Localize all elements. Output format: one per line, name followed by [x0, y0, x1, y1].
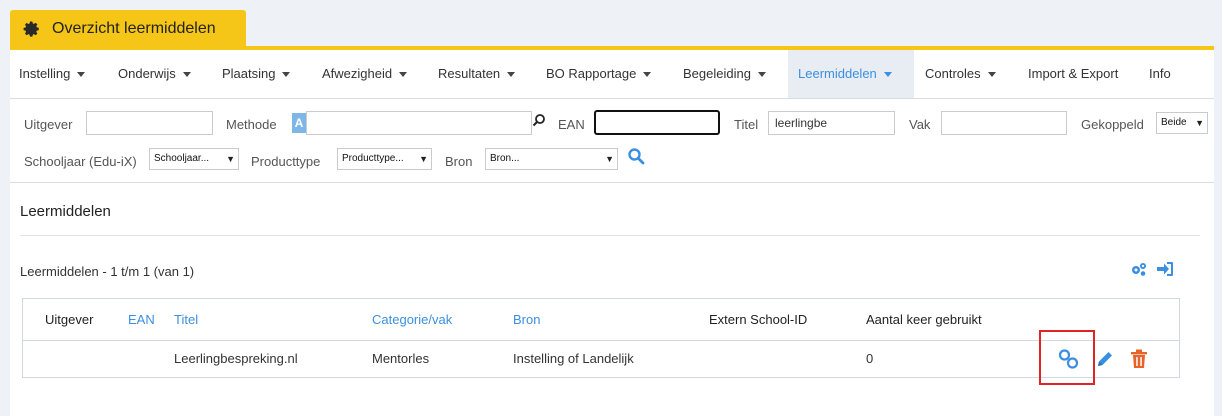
trash-icon[interactable] [1128, 348, 1150, 370]
nav-item-import-export[interactable]: Import & Export [1028, 50, 1118, 98]
content-panel: Leermiddelen Leermiddelen - 1 t/m 1 (van… [10, 183, 1214, 416]
table-header: Uitgever EAN Titel Categorie/vak Bron Ex… [23, 299, 1179, 341]
caret-down-icon [643, 72, 652, 78]
gekoppeld-select[interactable]: Beide ▼ [1156, 112, 1208, 134]
col-extern-school-id: Extern School-ID [709, 312, 808, 327]
app-tab-title: Overzicht leermiddelen [52, 19, 216, 37]
ean-input[interactable] [594, 110, 720, 135]
titel-label: Titel [734, 117, 759, 132]
search-icon[interactable] [627, 147, 645, 170]
nav-item-afwezigheid[interactable]: Afwezigheid [322, 50, 408, 98]
edit-pencil-icon[interactable] [1094, 348, 1116, 370]
nav-item-bo-rapportage[interactable]: BO Rapportage [546, 50, 652, 98]
col-categorie[interactable]: Categorie/vak [372, 299, 452, 340]
highlight-box [1039, 330, 1095, 385]
section-divider [20, 235, 1200, 236]
producttype-select[interactable]: Producttype... ▼ [337, 148, 432, 170]
nav-item-resultaten[interactable]: Resultaten [438, 50, 516, 98]
filter-panel: Uitgever Methode A EAN Titel Vak Gekoppe… [10, 99, 1214, 183]
col-ean[interactable]: EAN [128, 299, 155, 340]
methode-input[interactable] [306, 111, 532, 135]
select-arrow-icon: ▼ [605, 154, 614, 164]
nav-item-onderwijs[interactable]: Onderwijs [118, 50, 191, 98]
caret-down-icon [507, 72, 516, 78]
bron-label: Bron [445, 154, 473, 169]
list-toolbar [1130, 261, 1174, 282]
nav-item-controles[interactable]: Controles [925, 50, 996, 98]
select-arrow-icon: ▼ [419, 154, 428, 164]
vak-input[interactable] [941, 111, 1067, 135]
bron-select[interactable]: Bron... ▼ [485, 148, 618, 170]
caret-down-icon [77, 72, 86, 78]
caret-down-icon [883, 72, 892, 78]
methode-label: Methode [226, 117, 277, 132]
uitgever-input[interactable] [86, 111, 213, 135]
ean-label: EAN [558, 117, 585, 132]
col-bron[interactable]: Bron [513, 299, 540, 340]
app-tab[interactable]: Overzicht leermiddelen [10, 10, 246, 47]
nav-item-leermiddelen[interactable]: Leermiddelen [788, 50, 914, 98]
leermiddelen-table: Uitgever EAN Titel Categorie/vak Bron Ex… [22, 298, 1180, 378]
nav-item-plaatsing[interactable]: Plaatsing [222, 50, 291, 98]
col-uitgever[interactable]: Uitgever [45, 299, 93, 340]
gekoppeld-label: Gekoppeld [1081, 117, 1144, 132]
settings-cogs-icon[interactable] [1130, 261, 1148, 282]
caret-down-icon [399, 72, 408, 78]
cell-categorie: Mentorles [372, 351, 430, 366]
producttype-label: Producttype [251, 154, 321, 169]
uitgever-label: Uitgever [24, 117, 73, 132]
col-titel[interactable]: Titel [174, 299, 198, 340]
magnifier-icon[interactable] [532, 113, 546, 132]
col-aantal-gebruikt: Aantal keer gebruikt [866, 312, 982, 327]
nav-item-instelling[interactable]: Instelling [19, 50, 86, 98]
cell-bron: Instelling of Landelijk [513, 351, 634, 366]
gear-icon [22, 19, 42, 39]
caret-down-icon [182, 72, 191, 78]
methode-badge: A [292, 113, 306, 133]
section-title: Leermiddelen [20, 203, 111, 220]
schooljaar-label: Schooljaar (Edu-iX) [24, 154, 137, 169]
cell-titel: Leerlingbespreking.nl [174, 351, 298, 366]
select-arrow-icon: ▼ [226, 154, 235, 164]
caret-down-icon [282, 72, 291, 78]
main-nav: Instelling Onderwijs Plaatsing Afwezighe… [10, 50, 1214, 99]
cell-aantal: 0 [866, 351, 874, 366]
schooljaar-select[interactable]: Schooljaar... ▼ [149, 148, 239, 170]
page: Overzicht leermiddelen Instelling Onderw… [0, 0, 1222, 416]
caret-down-icon [987, 72, 996, 78]
vak-label: Vak [909, 117, 931, 132]
import-icon[interactable] [1156, 261, 1174, 282]
list-count: Leermiddelen - 1 t/m 1 (van 1) [20, 264, 195, 279]
nav-item-begeleiding[interactable]: Begeleiding [683, 50, 766, 98]
titel-input[interactable] [768, 111, 895, 135]
select-arrow-icon: ▼ [1195, 118, 1204, 128]
nav-item-info[interactable]: Info [1149, 50, 1171, 98]
caret-down-icon [757, 72, 766, 78]
